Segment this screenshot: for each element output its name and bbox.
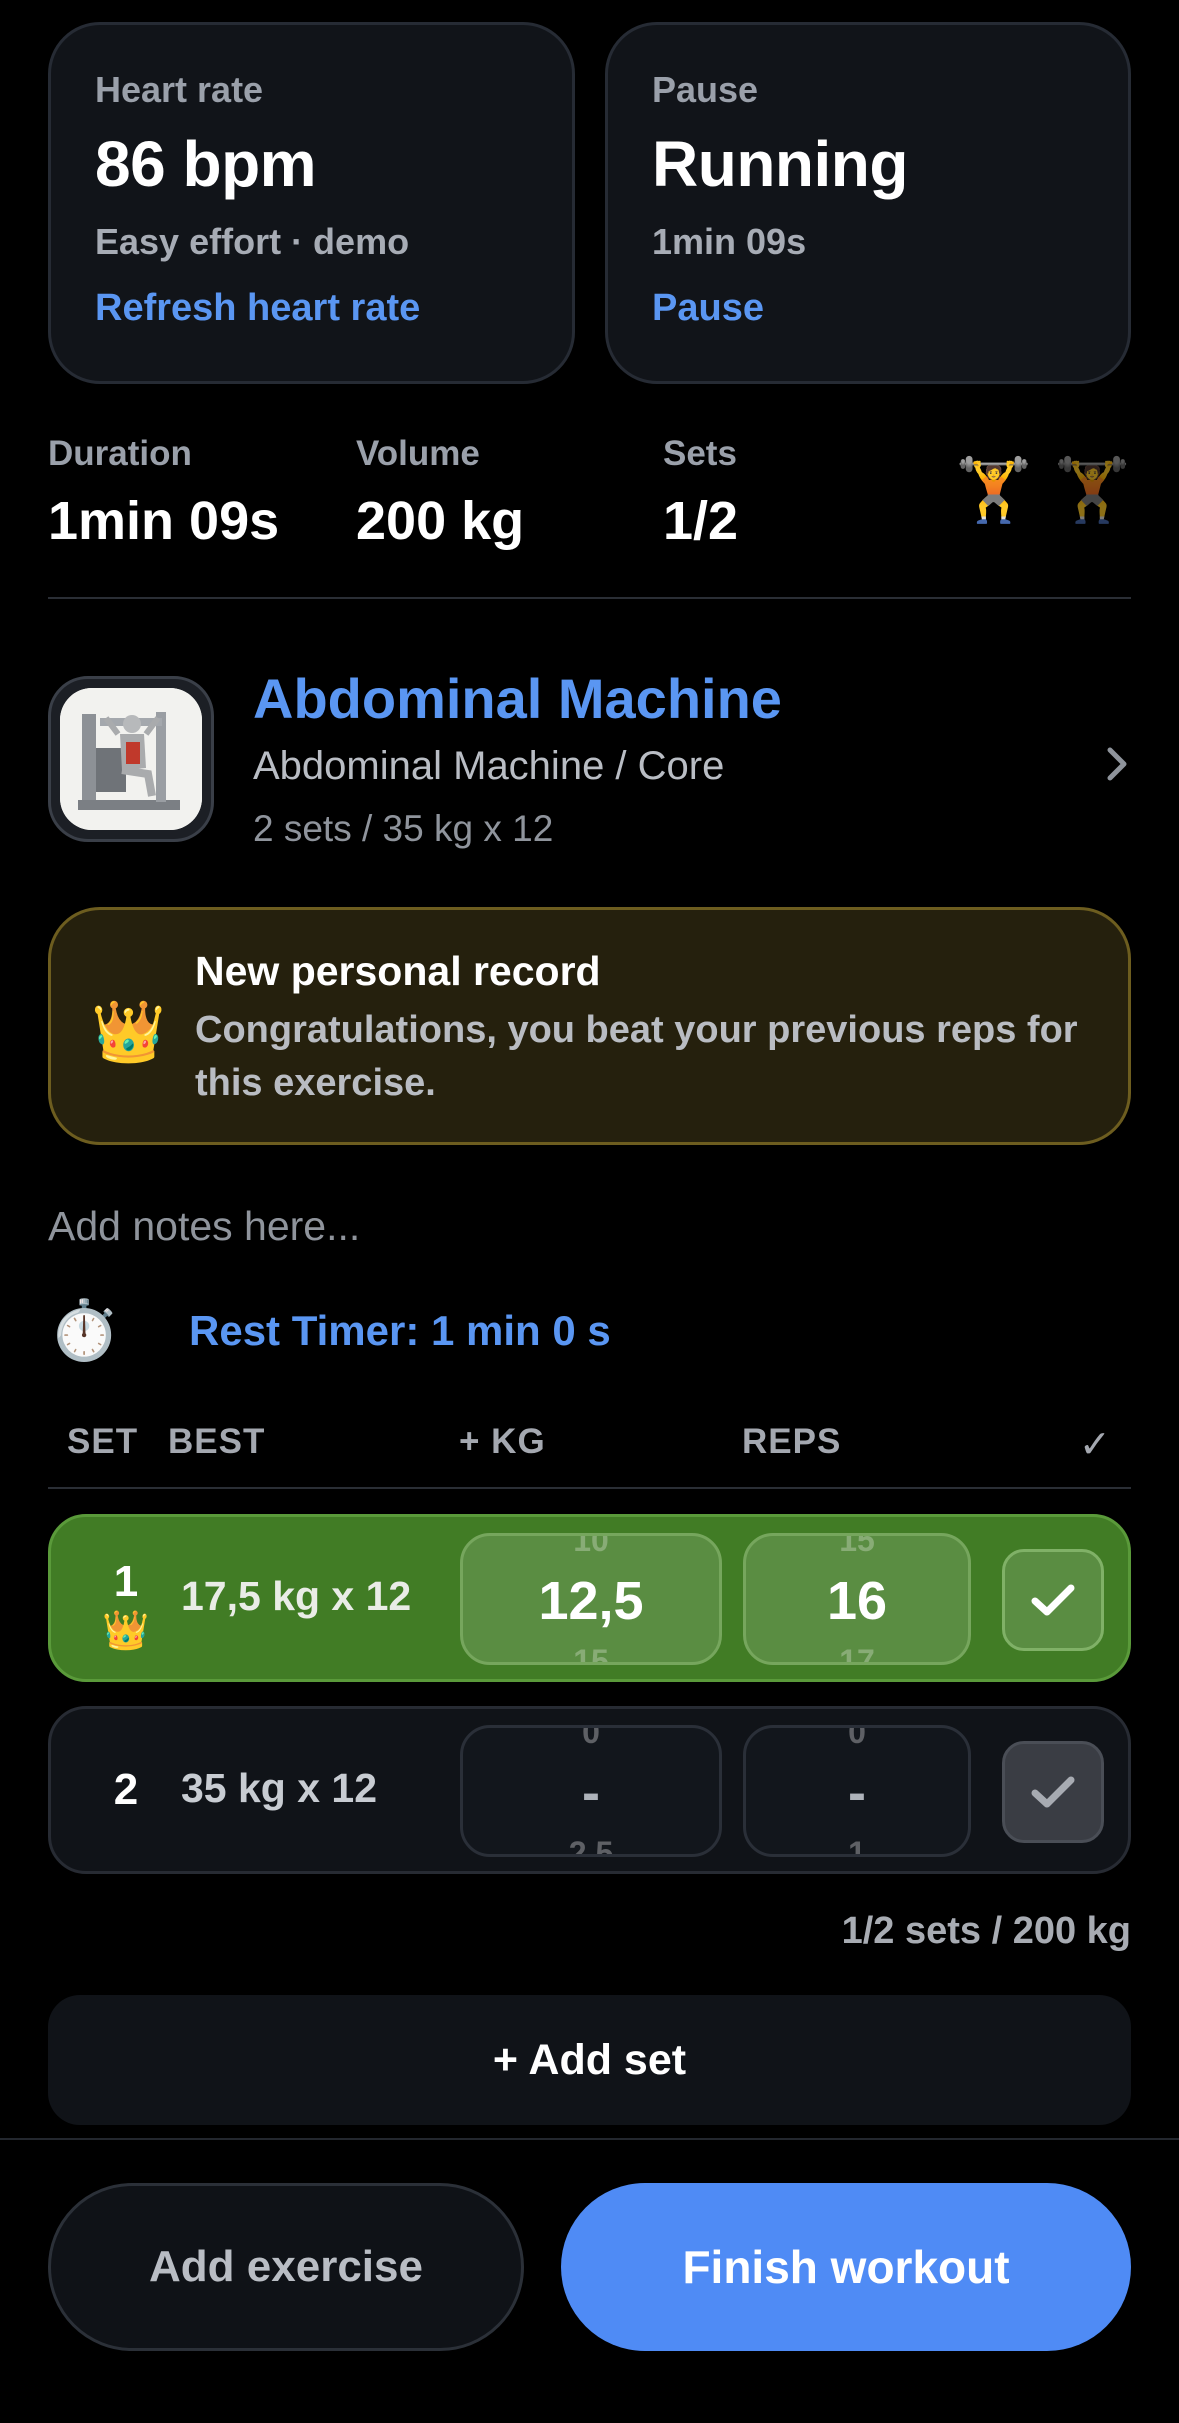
workout-stats: Duration 1min 09s Volume 200 kg Sets 1/2…: [48, 434, 1131, 554]
exercise-title[interactable]: Abdominal Machine: [253, 666, 782, 731]
chevron-right-icon[interactable]: [1098, 740, 1138, 788]
notes-input[interactable]: Add notes here...: [48, 1203, 360, 1250]
set-number: 2: [113, 1765, 139, 1814]
column-header-reps: REPS: [742, 1422, 842, 1461]
set-row: 2 35 kg x 12 0 - 2,5 0 - 1: [48, 1706, 1131, 1874]
weight-value: -: [582, 1763, 600, 1823]
exercise-subtitle: Abdominal Machine / Core: [253, 744, 725, 788]
exercise-meta: 2 sets / 35 kg x 12: [253, 808, 554, 849]
personal-record-title: New personal record: [195, 948, 601, 994]
pause-card: Pause Running 1min 09s Pause: [605, 22, 1131, 384]
weight-next-option: 15: [573, 1643, 609, 1665]
duration-label: Duration: [48, 434, 192, 473]
pause-label: Pause: [652, 69, 759, 110]
reps-picker[interactable]: 15 16 17: [743, 1533, 971, 1665]
volume-value: 200 kg: [356, 491, 525, 551]
weight-picker[interactable]: 10 12,5 15: [460, 1533, 722, 1665]
workout-screen: Heart rate 86 bpm Easy effort · demo Ref…: [0, 0, 1179, 2423]
complete-set-checkbox[interactable]: [1002, 1741, 1104, 1843]
column-header-kg: + KG: [459, 1422, 546, 1461]
checkmark-icon: [1031, 1776, 1075, 1808]
workout-state: Running: [652, 128, 908, 200]
weightlifter-icon: 🏋️: [955, 456, 1033, 525]
exercise-thumbnail[interactable]: [48, 676, 214, 842]
volume-label: Volume: [356, 434, 480, 473]
weightlifter-icon: 🏋️: [1053, 456, 1131, 525]
abdominal-machine-image: [60, 688, 202, 830]
crown-icon: 👑: [91, 998, 166, 1065]
volume-stat: Volume 200 kg: [356, 434, 524, 552]
set-number: 1: [113, 1557, 139, 1606]
heart-rate-value: 86 bpm: [95, 128, 317, 200]
stats-divider: [48, 597, 1131, 599]
complete-set-checkbox[interactable]: [1002, 1549, 1104, 1651]
heart-rate-detail: Easy effort · demo: [95, 221, 410, 262]
personal-record-banner: 👑 New personal record Congratulations, y…: [48, 907, 1131, 1145]
refresh-heart-rate-link[interactable]: Refresh heart rate: [95, 287, 420, 330]
reps-value: 16: [826, 1571, 888, 1631]
sets-label: Sets: [663, 434, 737, 473]
reps-picker[interactable]: 0 - 1: [743, 1725, 971, 1857]
weight-prev-option: 10: [573, 1533, 609, 1558]
sets-value: 1/2: [663, 491, 739, 551]
checkmark-icon: [1031, 1584, 1075, 1616]
finish-workout-button[interactable]: Finish workout: [561, 2183, 1131, 2351]
reps-next-option: 1: [848, 1835, 866, 1857]
reps-value: -: [848, 1763, 866, 1823]
column-header-best: BEST: [168, 1422, 266, 1461]
best-previous: 17,5 kg x 12: [181, 1573, 412, 1619]
duration-stat: Duration 1min 09s: [48, 434, 279, 552]
weight-prev-option: 0: [582, 1725, 600, 1750]
reps-prev-option: 15: [839, 1533, 875, 1558]
set-row: 1 👑 17,5 kg x 12 10 12,5 15 15 16 17: [48, 1514, 1131, 1682]
stopwatch-icon: ⏱️: [48, 1298, 121, 1363]
table-header-divider: [48, 1487, 1131, 1489]
lifter-icons: 🏋️ 🏋️: [951, 454, 1131, 527]
heart-rate-label: Heart rate: [95, 69, 264, 110]
add-exercise-button[interactable]: Add exercise: [48, 2183, 524, 2351]
rest-timer-label: Rest Timer: 1 min 0 s: [189, 1307, 611, 1354]
weight-picker[interactable]: 0 - 2,5: [460, 1725, 722, 1857]
reps-next-option: 17: [839, 1643, 875, 1665]
reps-prev-option: 0: [848, 1725, 866, 1750]
weight-value: 12,5: [538, 1571, 644, 1631]
duration-value: 1min 09s: [48, 491, 280, 551]
column-header-check: ✓: [1079, 1424, 1112, 1466]
rest-timer-button[interactable]: ⏱️ Rest Timer: 1 min 0 s: [48, 1296, 611, 1366]
column-header-set: SET: [67, 1422, 139, 1461]
sets-summary: 1/2 sets / 200 kg: [841, 1910, 1131, 1952]
best-previous: 35 kg x 12: [181, 1765, 378, 1811]
personal-record-message: Congratulations, you beat your previous …: [195, 1009, 1078, 1104]
weight-next-option: 2,5: [568, 1835, 614, 1857]
elapsed-time: 1min 09s: [652, 221, 807, 262]
add-set-button[interactable]: + Add set: [48, 1995, 1131, 2125]
crown-icon: 👑: [102, 1610, 150, 1652]
heart-rate-card: Heart rate 86 bpm Easy effort · demo Ref…: [48, 22, 575, 384]
sets-stat: Sets 1/2: [663, 434, 738, 552]
pause-link[interactable]: Pause: [652, 287, 764, 330]
